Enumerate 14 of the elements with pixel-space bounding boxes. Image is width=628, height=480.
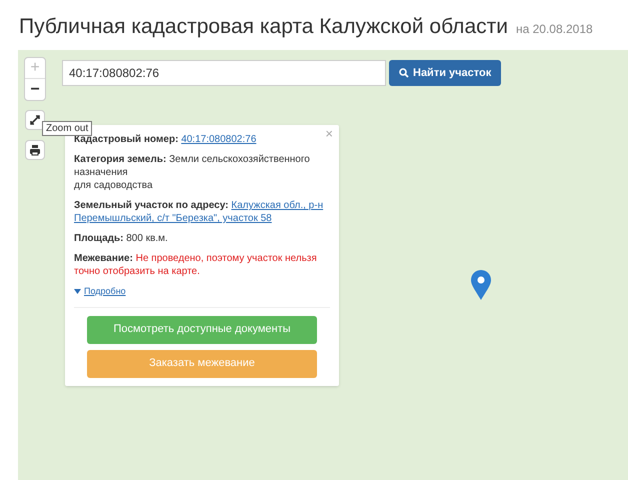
popup-field: Межевание: Не проведено, поэтому участок нельзя точно отобразить на карте. xyxy=(74,252,332,278)
zoom-out-button[interactable]: − xyxy=(25,79,45,100)
date-label: на 20.08.2018 xyxy=(516,21,593,38)
page-title: Публичная кадастровая карта Калужской области xyxy=(19,14,508,40)
tooltip: Zoom out xyxy=(42,121,92,136)
field-link[interactable]: Калужская обл., р-н xyxy=(231,200,324,211)
search-field[interactable]: 40:17:080802:76 xyxy=(62,60,386,86)
field-link[interactable]: 40:17:080802:76 xyxy=(181,134,256,145)
popup-field: Категория земель: Земли сельскохозяйственного назначения для садоводства xyxy=(74,153,332,192)
field-link[interactable]: Перемышльский, с/т "Березка", участок 58 xyxy=(74,213,272,224)
search-button[interactable]: Найти участок xyxy=(389,60,502,86)
popup-field: Площадь: 800 кв.м. xyxy=(74,232,332,245)
popup-field: Земельный участок по адресу: Калужская обл., р-н Перемышльский, с/т "Березка", участок 58 xyxy=(74,199,332,225)
details-link[interactable]: Подробно xyxy=(74,285,330,298)
